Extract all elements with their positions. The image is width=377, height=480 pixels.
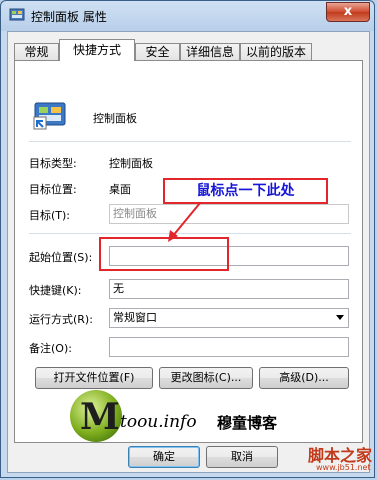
tab-general[interactable]: 常规: [14, 43, 59, 60]
title-bar[interactable]: 控制面板 属性 x: [1, 1, 376, 31]
tab-shortcut[interactable]: 快捷方式: [59, 39, 135, 61]
tab-details[interactable]: 详细信息: [180, 43, 240, 60]
start-in-label: 起始位置(S):: [29, 251, 93, 264]
separator: [29, 141, 351, 142]
control-panel-icon: [9, 8, 25, 21]
run-select-value: 常规窗口: [113, 311, 157, 324]
comment-label: 备注(O):: [29, 342, 72, 355]
tab-previous-versions[interactable]: 以前的版本: [240, 43, 312, 60]
run-select[interactable]: 常规窗口: [109, 308, 349, 328]
target-type-label: 目标类型:: [29, 157, 77, 170]
ok-button[interactable]: 确定: [128, 446, 200, 468]
hotkey-label: 快捷键(K):: [29, 284, 82, 297]
close-button[interactable]: x: [326, 2, 370, 22]
open-file-location-button[interactable]: 打开文件位置(F): [35, 367, 153, 389]
run-label: 运行方式(R):: [29, 313, 93, 326]
chevron-down-icon: [336, 315, 344, 320]
control-panel-icon: [33, 102, 66, 130]
target-label: 目标(T):: [29, 209, 71, 222]
target-type-value: 控制面板: [109, 157, 153, 170]
arrow-icon: [168, 202, 201, 242]
hotkey-field[interactable]: 无: [109, 279, 349, 299]
tab-security[interactable]: 安全: [135, 43, 180, 60]
target-field[interactable]: 控制面板: [109, 204, 349, 224]
site-url-watermark: www.jb51.net: [316, 463, 371, 472]
window-title: 控制面板 属性: [31, 10, 107, 24]
logo-text: toou.info: [120, 412, 197, 432]
target-location-label: 目标位置:: [29, 183, 77, 196]
change-icon-button[interactable]: 更改图标(C)...: [159, 367, 253, 389]
logo-letter: M: [80, 396, 120, 438]
target-location-value: 桌面: [109, 183, 131, 196]
comment-field[interactable]: [109, 337, 349, 357]
shortcut-name: 控制面板: [93, 112, 137, 125]
watermark-logo: M toou.info 穆童博客: [70, 390, 377, 450]
advanced-button[interactable]: 高级(D)...: [259, 367, 349, 389]
logo-cn-text: 穆童博客: [217, 414, 278, 432]
cancel-button[interactable]: 取消: [206, 446, 278, 468]
